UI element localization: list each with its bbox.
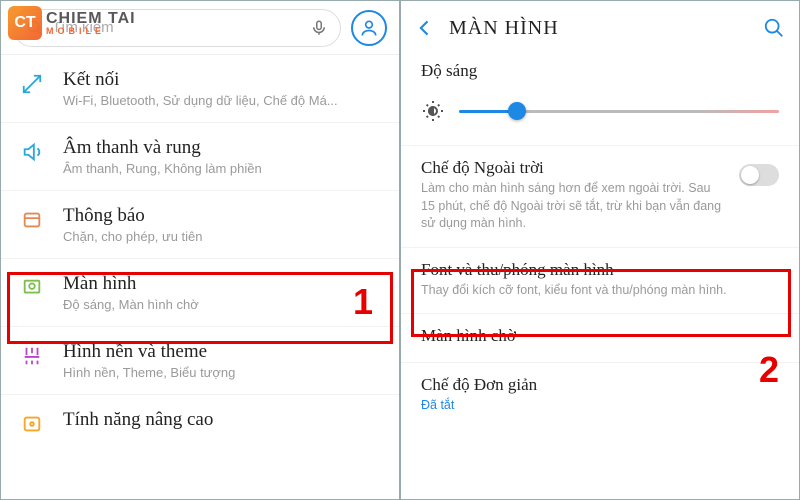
profile-button[interactable]: [351, 10, 387, 46]
settings-row-advanced[interactable]: Tính năng nâng cao: [1, 395, 399, 449]
notifications-icon: [21, 209, 43, 231]
display-settings-screen: MÀN HÌNH Độ sáng Chế độ Ngoài trời Làm c…: [400, 0, 800, 500]
row-sub: Hình nền, Theme, Biểu tượng: [63, 365, 381, 380]
standby-row[interactable]: Màn hình chờ: [401, 314, 799, 363]
person-icon: [359, 18, 379, 38]
outdoor-mode-row[interactable]: Chế độ Ngoài trời Làm cho màn hình sáng …: [401, 146, 799, 248]
settings-list-screen: Tìm kiếm Kết nối Wi-Fi, Bluetooth, Sử dụ…: [0, 0, 400, 500]
watermark-line1: CHIEM TAI: [46, 11, 136, 27]
wallpaper-icon: [21, 345, 43, 367]
step-badge-1: 1: [353, 281, 373, 323]
page-title: MÀN HÌNH: [449, 17, 749, 40]
row-title: Màn hình: [63, 273, 381, 295]
search-icon[interactable]: [763, 17, 785, 39]
row-sub: Làm cho màn hình sáng hơn để xem ngoài t…: [421, 180, 727, 233]
row-sub: Chặn, cho phép, ưu tiên: [63, 229, 381, 244]
font-zoom-row[interactable]: Font và thu/phóng màn hình Thay đổi kích…: [401, 248, 799, 315]
row-title: Âm thanh và rung: [63, 137, 381, 159]
row-title: Chế độ Ngoài trời: [421, 158, 727, 178]
row-title: Kết nối: [63, 69, 381, 91]
row-title: Thông báo: [63, 205, 381, 227]
watermark-line2: MOBILE: [46, 27, 136, 36]
settings-row-display[interactable]: Màn hình Độ sáng, Màn hình chờ: [1, 259, 399, 327]
row-sub: Độ sáng, Màn hình chờ: [63, 297, 381, 312]
row-sub: Âm thanh, Rung, Không làm phiền: [63, 161, 381, 176]
simple-mode-row[interactable]: Chế độ Đơn giản Đã tắt: [401, 363, 799, 429]
row-sub: Thay đổi kích cỡ font, kiểu font và thu/…: [421, 282, 779, 300]
nav-bar: MÀN HÌNH: [401, 1, 799, 55]
brightness-slider-row: [401, 83, 799, 145]
mic-icon[interactable]: [310, 19, 328, 37]
watermark-logo: CT CHIEM TAI MOBILE: [8, 6, 136, 40]
connections-icon: [21, 73, 43, 95]
display-icon: [21, 277, 43, 299]
advanced-icon: [21, 413, 43, 435]
settings-row-connections[interactable]: Kết nối Wi-Fi, Bluetooth, Sử dụng dữ liệ…: [1, 55, 399, 123]
brightness-slider[interactable]: [459, 110, 779, 113]
sound-icon: [21, 141, 43, 163]
outdoor-mode-toggle[interactable]: [739, 164, 779, 186]
brightness-icon: [421, 99, 445, 123]
row-title: Font và thu/phóng màn hình: [421, 260, 779, 280]
row-title: Tính năng nâng cao: [63, 409, 381, 431]
settings-row-notifications[interactable]: Thông báo Chặn, cho phép, ưu tiên: [1, 191, 399, 259]
settings-row-wallpaper[interactable]: Hình nền và theme Hình nền, Theme, Biểu …: [1, 327, 399, 395]
back-icon[interactable]: [415, 18, 435, 38]
row-sub: Wi-Fi, Bluetooth, Sử dụng dữ liệu, Chế đ…: [63, 93, 381, 108]
brightness-label: Độ sáng: [421, 61, 779, 81]
step-badge-2: 2: [759, 349, 779, 391]
settings-row-sound[interactable]: Âm thanh và rung Âm thanh, Rung, Không l…: [1, 123, 399, 191]
row-status: Đã tắt: [421, 397, 779, 415]
row-title: Màn hình chờ: [421, 326, 779, 346]
watermark-badge: CT: [8, 6, 42, 40]
row-title: Chế độ Đơn giản: [421, 375, 779, 395]
row-title: Hình nền và theme: [63, 341, 381, 363]
